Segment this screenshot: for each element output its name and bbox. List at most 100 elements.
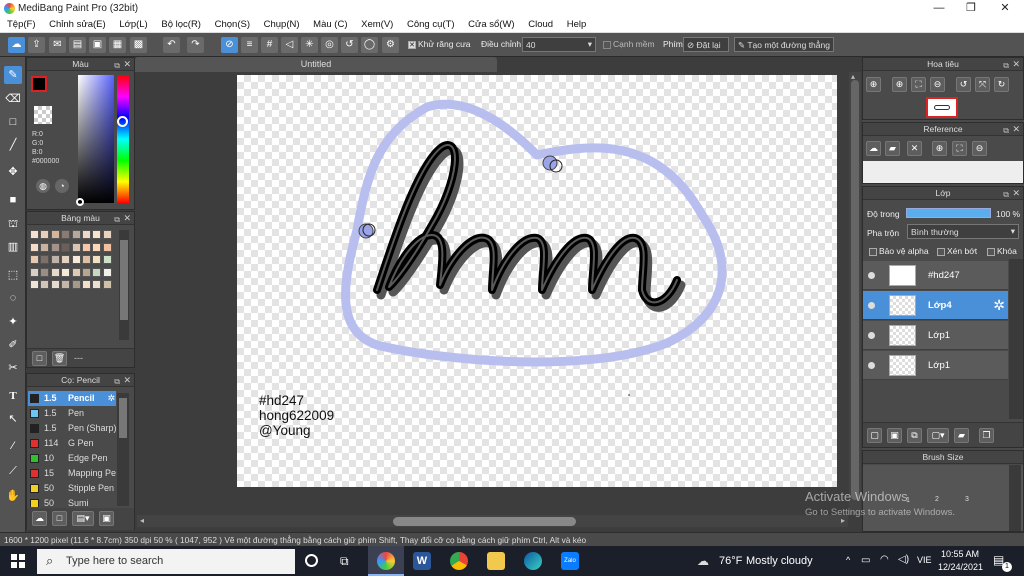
fill-rect-tool-icon[interactable]: ■: [4, 191, 22, 209]
circle-snap-icon[interactable]: ◎: [321, 37, 338, 53]
zoom-in-icon[interactable]: ⊕: [866, 77, 881, 92]
task-view-icon[interactable]: ⧉: [340, 554, 349, 569]
chrome-icon[interactable]: [450, 552, 468, 570]
palette-swatch[interactable]: [50, 242, 60, 252]
palette-swatch[interactable]: [71, 230, 81, 239]
close-button[interactable]: ✕: [990, 1, 1020, 16]
menu-capture[interactable]: Chụp(N): [264, 17, 300, 30]
close-icon[interactable]: ✕: [1012, 187, 1020, 200]
pin-icon[interactable]: ⧉: [114, 213, 120, 226]
blend-select[interactable]: Bình thường ▾: [907, 224, 1019, 239]
palette-swatch[interactable]: [102, 242, 112, 252]
parallel-snap-icon[interactable]: ≡: [241, 37, 258, 53]
zalo-icon[interactable]: Zalo: [561, 552, 579, 570]
cloud-icon[interactable]: ☁: [8, 37, 25, 53]
menu-file[interactable]: Tệp(F): [7, 17, 36, 30]
divide-tool-icon[interactable]: ⟋: [4, 462, 22, 480]
palette-swatch[interactable]: [81, 230, 91, 239]
curve-snap-icon[interactable]: ↺: [341, 37, 358, 53]
hue-slider[interactable]: [117, 75, 129, 203]
pin-icon[interactable]: ⧉: [1003, 59, 1009, 72]
palette-swatch[interactable]: [102, 280, 112, 289]
menu-color[interactable]: Màu (C): [313, 17, 347, 30]
rotate-right-icon[interactable]: ↻: [994, 77, 1009, 92]
zoom-in-icon[interactable]: ⊕: [932, 141, 947, 156]
close-reference-icon[interactable]: ✕: [907, 141, 922, 156]
canvas-tab[interactable]: Untitled: [135, 57, 497, 72]
palette-swatch[interactable]: [71, 267, 81, 277]
layer-copy-icon[interactable]: ❐: [979, 428, 994, 443]
palette-swatch[interactable]: [81, 267, 91, 277]
scroll-left-icon[interactable]: ◂: [140, 516, 144, 525]
palette-swatch[interactable]: [50, 230, 60, 239]
rect-tool-icon[interactable]: □: [4, 113, 22, 131]
visibility-icon[interactable]: [868, 362, 875, 369]
undo-icon[interactable]: ↶: [163, 37, 180, 53]
palette-swatch[interactable]: [92, 255, 102, 264]
eyedropper-icon[interactable]: ⁄: [4, 437, 22, 455]
palette-swatch[interactable]: [92, 230, 102, 239]
new-brush-icon[interactable]: □: [52, 511, 67, 526]
palette-swatch[interactable]: [81, 280, 91, 289]
menu-tools[interactable]: Công cụ(T): [407, 17, 455, 30]
menu-select[interactable]: Chọn(S): [215, 17, 250, 30]
palette-swatch[interactable]: [61, 267, 71, 277]
fit-icon[interactable]: ⛶: [952, 141, 967, 156]
select-rect-icon[interactable]: ⬚: [4, 266, 22, 284]
scroll-thumb[interactable]: [120, 240, 128, 320]
palette-swatch[interactable]: [30, 230, 39, 239]
adjust-select[interactable]: 40 ▾: [522, 37, 596, 52]
minimize-button[interactable]: —: [924, 1, 954, 16]
menu-layer[interactable]: Lớp(L): [119, 17, 147, 30]
eraser-tool-icon[interactable]: ⌫: [4, 90, 22, 108]
brush-item[interactable]: 114 G Pen: [28, 436, 116, 451]
flip-icon[interactable]: ⤧: [975, 77, 990, 92]
palette-swatch-grid[interactable]: [30, 230, 114, 302]
reset-button[interactable]: ⊘ Đặt lại: [683, 37, 729, 52]
visibility-icon[interactable]: [868, 332, 875, 339]
palette-swatch[interactable]: [50, 280, 60, 289]
menu-filter[interactable]: Bộ lọc(R): [161, 17, 201, 30]
ellipse-snap-icon[interactable]: ◯: [361, 37, 378, 53]
palette-swatch[interactable]: [50, 255, 60, 264]
hand-tool-icon[interactable]: ✋: [4, 487, 22, 505]
gear-icon[interactable]: ✲: [107, 391, 115, 406]
pin-icon[interactable]: ⧉: [1003, 124, 1009, 137]
text-tool-icon[interactable]: T: [4, 387, 22, 405]
cloud-brush-icon[interactable]: ☁: [32, 511, 47, 526]
gradient-tool-icon[interactable]: ▥: [4, 238, 22, 256]
redo-icon[interactable]: ↷: [187, 37, 204, 53]
palette-swatch[interactable]: [40, 267, 50, 277]
antialias-checkbox[interactable]: ✕: [408, 40, 416, 49]
close-icon[interactable]: ✕: [123, 374, 131, 387]
menu-view[interactable]: Xem(V): [361, 17, 393, 30]
palette-swatch[interactable]: [92, 267, 102, 277]
lock-checkbox[interactable]: [987, 247, 995, 256]
layer-scrollbar[interactable]: [1009, 259, 1023, 419]
horizontal-scrollbar[interactable]: ◂ ▸: [137, 515, 848, 527]
palette-swatch[interactable]: [61, 255, 71, 264]
grid-icon[interactable]: ▦: [109, 37, 126, 53]
zoom-in-icon[interactable]: ⊕: [892, 77, 907, 92]
layer-row[interactable]: Lớp4 ✲: [863, 291, 1008, 320]
clock-time[interactable]: 10:55 AM: [941, 549, 979, 559]
move-tool-icon[interactable]: ✥: [4, 163, 22, 181]
palette-swatch[interactable]: [71, 255, 81, 264]
scroll-thumb[interactable]: [393, 517, 576, 526]
reference-view[interactable]: [863, 161, 1023, 183]
clock-date[interactable]: 12/24/2021: [938, 562, 983, 572]
palette-swatch[interactable]: [102, 267, 112, 277]
zoom-out-icon[interactable]: ⊖: [972, 141, 987, 156]
word-icon[interactable]: W: [413, 552, 431, 570]
palette-swatch[interactable]: [40, 242, 50, 252]
palette-scrollbar[interactable]: [119, 230, 129, 340]
comment-icon[interactable]: ✉: [49, 37, 66, 53]
operation-tool-icon[interactable]: ↖: [4, 410, 22, 428]
brush-item[interactable]: 1.5 Pen (Sharp): [28, 421, 116, 436]
layer-row[interactable]: #hd247: [863, 261, 1008, 290]
menu-cloud[interactable]: Cloud: [528, 17, 553, 30]
brush-item[interactable]: 15 Mapping Pen: [28, 466, 116, 481]
pin-icon[interactable]: ⧉: [1003, 188, 1009, 201]
open-folder-icon[interactable]: ▰: [885, 141, 900, 156]
wifi-icon[interactable]: ◠: [880, 554, 889, 565]
